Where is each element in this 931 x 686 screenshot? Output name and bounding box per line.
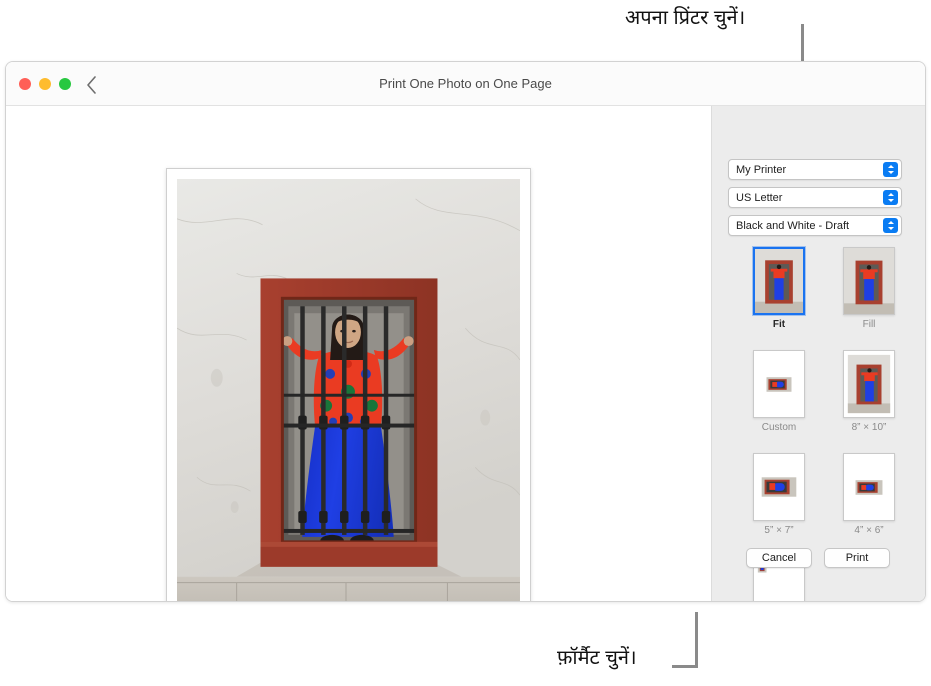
- format-row: Fit Fill: [734, 247, 914, 330]
- print-window: Print One Photo on One Page My Printer U…: [5, 61, 926, 602]
- print-preview-area: [6, 106, 711, 601]
- format-thumbnail: [843, 453, 895, 521]
- paper-size-popup[interactable]: US Letter: [728, 187, 902, 208]
- photo-preview: [177, 179, 520, 601]
- quality-popup[interactable]: Black and White - Draft: [728, 215, 902, 236]
- thumb-art-8x10: [844, 351, 894, 417]
- format-option-custom[interactable]: Custom: [734, 350, 824, 433]
- format-label: Fit: [772, 319, 786, 330]
- print-button[interactable]: Print: [824, 548, 890, 568]
- format-row: 5” × 7” 4” × 6”: [734, 453, 914, 536]
- chevron-updown-icon: [883, 162, 898, 177]
- format-thumbnail: [753, 453, 805, 521]
- format-label: 5” × 7”: [764, 525, 794, 536]
- window-title: Print One Photo on One Page: [379, 76, 552, 91]
- printer-popup[interactable]: My Printer: [728, 159, 902, 180]
- format-row: Custom 8” × 10”: [734, 350, 914, 433]
- format-option-5x7[interactable]: 5” × 7”: [734, 453, 824, 536]
- format-label: Custom: [761, 422, 797, 433]
- grid-spacer: [734, 330, 914, 350]
- format-label: Fill: [862, 319, 876, 330]
- format-option-8x10[interactable]: 8” × 10”: [824, 350, 914, 433]
- chevron-updown-icon: [883, 218, 898, 233]
- printer-popup-value: My Printer: [736, 163, 787, 176]
- thumb-art-fit: [755, 249, 803, 313]
- format-thumbnail: [753, 350, 805, 418]
- format-thumbnail: [843, 350, 895, 418]
- format-option-fit[interactable]: Fit: [734, 247, 824, 330]
- format-option-fill[interactable]: Fill: [824, 247, 914, 330]
- format-label: 8” × 10”: [851, 422, 887, 433]
- thumb-art-5x7: [754, 454, 804, 520]
- screenshot-root: अपना प्रिंटर चुनें। फ़ॉर्मैट चुनें। Prin…: [0, 0, 931, 686]
- callout-leader-bottom-elbow: [672, 665, 698, 668]
- callout-choose-format: फ़ॉर्मैट चुनें।: [557, 647, 637, 669]
- print-options-panel: My Printer US Letter Black and White - D…: [711, 106, 925, 601]
- format-option-4x6[interactable]: 4” × 6”: [824, 453, 914, 536]
- format-thumbnail: [843, 247, 895, 315]
- callout-leader-bottom-vertical: [695, 612, 698, 668]
- callout-choose-printer: अपना प्रिंटर चुनें।: [625, 7, 746, 29]
- panel-actions: Cancel Print: [746, 548, 890, 568]
- thumb-art-custom: [754, 351, 804, 417]
- window-titlebar: Print One Photo on One Page: [6, 62, 925, 106]
- cancel-button[interactable]: Cancel: [746, 548, 812, 568]
- format-thumbnail: [753, 247, 805, 315]
- page-sheet[interactable]: [166, 168, 531, 601]
- paper-size-popup-value: US Letter: [736, 191, 783, 204]
- quality-popup-value: Black and White - Draft: [736, 219, 850, 232]
- window-body: My Printer US Letter Black and White - D…: [6, 106, 925, 601]
- format-label: 4” × 6”: [854, 525, 884, 536]
- chevron-updown-icon: [883, 190, 898, 205]
- photo-artwork: [177, 179, 520, 601]
- grid-spacer: [734, 433, 914, 453]
- thumb-art-4x6: [844, 454, 894, 520]
- thumb-art-fill: [844, 248, 894, 314]
